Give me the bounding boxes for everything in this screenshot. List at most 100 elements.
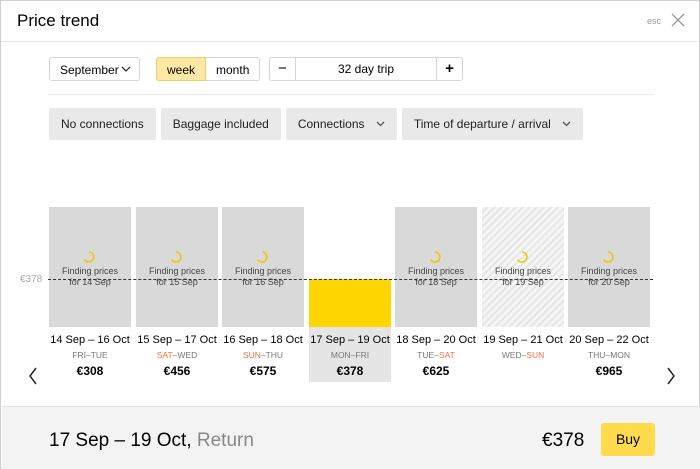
chevron-down-icon bbox=[562, 121, 571, 127]
average-price-line bbox=[48, 279, 653, 280]
date-range: 20 Sep – 22 Oct bbox=[569, 334, 649, 346]
weekday-to: SUN bbox=[526, 350, 545, 360]
filter-departure-arrival-time[interactable]: Time of departure / arrival bbox=[401, 108, 584, 140]
spinner-icon bbox=[602, 251, 614, 263]
month-select-value: September bbox=[60, 63, 119, 77]
finding-prices-label: Finding prices bbox=[61, 266, 119, 276]
trip-type: Return bbox=[196, 430, 254, 451]
finding-prices-label: Finding prices bbox=[148, 266, 206, 276]
decrease-trip-button[interactable]: − bbox=[270, 58, 296, 80]
filter-label: Time of departure / arrival bbox=[413, 117, 551, 131]
divider bbox=[49, 94, 654, 95]
weekday-from: THU bbox=[587, 350, 606, 360]
chevron-left-icon[interactable] bbox=[27, 366, 39, 386]
increase-trip-button[interactable]: + bbox=[436, 58, 462, 80]
buy-button[interactable]: Buy bbox=[601, 423, 655, 456]
chevron-down-icon bbox=[121, 66, 131, 72]
date-column[interactable]: 16 Sep – 18 Oct SUN–THU €575 bbox=[222, 327, 304, 382]
date-range: 19 Sep – 21 Oct bbox=[483, 334, 563, 346]
spinner-icon bbox=[170, 251, 182, 263]
close-icon[interactable] bbox=[671, 13, 685, 27]
price-bar[interactable] bbox=[309, 279, 391, 327]
price-bar[interactable]: Finding prices for 14 Sep bbox=[49, 207, 131, 327]
spinner-icon bbox=[429, 251, 441, 263]
date-range: 14 Sep – 16 Oct bbox=[50, 334, 130, 346]
esc-hint: esc bbox=[646, 16, 661, 26]
date-column[interactable]: 17 Sep – 19 Oct MON–FRI €378 bbox=[309, 327, 391, 382]
weekday-range: FRI–TUE bbox=[49, 350, 131, 360]
column-price: €456 bbox=[163, 364, 191, 378]
weekday-from: SAT bbox=[156, 350, 173, 360]
date-column[interactable]: 18 Sep – 20 Oct TUE–SAT €625 bbox=[395, 327, 477, 382]
weekday-range: TUE–SAT bbox=[395, 350, 477, 360]
weekday-to: MON bbox=[610, 350, 631, 360]
period-month-option[interactable]: month bbox=[206, 57, 261, 81]
weekday-to: TUE bbox=[90, 350, 108, 360]
weekday-from: MON bbox=[330, 350, 351, 360]
spinner-icon bbox=[83, 251, 95, 263]
weekday-to: WED bbox=[177, 350, 198, 360]
weekday-range: WED–SUN bbox=[482, 350, 564, 360]
date-range: 17 Sep – 19 Oct bbox=[310, 334, 390, 346]
price-bar[interactable]: Finding prices for 18 Sep bbox=[395, 207, 477, 327]
filters-row: No connections Baggage included Connecti… bbox=[49, 108, 584, 140]
price-bar[interactable]: Finding prices for 19 Sep bbox=[482, 207, 564, 327]
chevron-right-icon[interactable] bbox=[665, 366, 677, 386]
weekday-range: MON–FRI bbox=[309, 350, 391, 360]
month-select[interactable]: September bbox=[49, 57, 140, 81]
date-range: 15 Sep – 17 Oct bbox=[137, 334, 217, 346]
price-trend-dialog: Price trend esc September week month − 3… bbox=[0, 0, 700, 469]
date-column[interactable]: 19 Sep – 21 Oct WED–SUN bbox=[482, 327, 564, 382]
price-bar[interactable]: Finding prices for 20 Sep bbox=[568, 207, 650, 327]
finding-prices-text: Finding prices for 16 Sep bbox=[222, 266, 304, 288]
period-toggle: week month bbox=[156, 57, 261, 81]
selection-footer: 17 Sep – 19 Oct, Return €378 Buy bbox=[2, 406, 700, 469]
selected-dates: 17 Sep – 19 Oct, Return bbox=[49, 430, 254, 452]
finding-prices-text: Finding prices for 14 Sep bbox=[49, 266, 131, 288]
filter-label: Connections bbox=[297, 117, 365, 131]
weekday-from: FRI bbox=[72, 350, 86, 360]
trip-length-stepper: − 32 day trip + bbox=[269, 57, 463, 81]
dialog-title: Price trend bbox=[17, 11, 100, 30]
finding-prices-text: Finding prices for 18 Sep bbox=[395, 266, 477, 288]
selected-price: €378 bbox=[542, 430, 585, 451]
date-range: 18 Sep – 20 Oct bbox=[396, 334, 476, 346]
column-price: €575 bbox=[249, 364, 277, 378]
weekday-range: THU–MON bbox=[568, 350, 650, 360]
price-trend-chart: €378 Finding prices for 14 Sep 14 Sep – 16… bbox=[1, 196, 700, 396]
date-column[interactable]: 20 Sep – 22 Oct THU–MON €965 bbox=[568, 327, 650, 382]
price-bar[interactable]: Finding prices for 15 Sep bbox=[136, 207, 218, 327]
weekday-from: WED bbox=[501, 350, 522, 360]
weekday-range: SAT–WED bbox=[136, 350, 218, 360]
filter-connections[interactable]: Connections bbox=[285, 108, 397, 140]
dialog-header: Price trend esc bbox=[1, 1, 699, 42]
finding-prices-label: Finding prices bbox=[494, 266, 552, 276]
finding-prices-text: Finding prices for 15 Sep bbox=[136, 266, 218, 288]
chevron-down-icon bbox=[376, 121, 385, 127]
trip-length-value: 32 day trip bbox=[337, 62, 395, 76]
spinner-icon bbox=[256, 251, 268, 263]
weekday-range: SUN–THU bbox=[222, 350, 304, 360]
finding-prices-text: Finding prices for 20 Sep bbox=[568, 266, 650, 288]
date-column[interactable]: 14 Sep – 16 Oct FRI–TUE €308 bbox=[49, 327, 131, 382]
finding-prices-label: Finding prices bbox=[234, 266, 292, 276]
filter-label: No connections bbox=[61, 117, 144, 131]
weekday-to: SAT bbox=[438, 350, 455, 360]
finding-prices-text: Finding prices for 19 Sep bbox=[482, 266, 564, 288]
period-week-option[interactable]: week bbox=[156, 57, 207, 81]
average-price-label: €378 bbox=[20, 274, 43, 285]
column-price: €965 bbox=[595, 364, 623, 378]
weekday-from: TUE bbox=[417, 350, 435, 360]
column-price: €378 bbox=[336, 364, 364, 378]
filter-label: Baggage included bbox=[172, 117, 269, 131]
date-column[interactable]: 15 Sep – 17 Oct SAT–WED €456 bbox=[136, 327, 218, 382]
spinner-icon bbox=[516, 251, 528, 263]
column-price: €308 bbox=[76, 364, 104, 378]
finding-prices-label: Finding prices bbox=[580, 266, 638, 276]
weekday-to: THU bbox=[265, 350, 284, 360]
filter-baggage-included[interactable]: Baggage included bbox=[160, 108, 281, 140]
filter-no-connections[interactable]: No connections bbox=[49, 108, 156, 140]
weekday-from: SUN bbox=[242, 350, 261, 360]
price-bar[interactable]: Finding prices for 16 Sep bbox=[222, 207, 304, 327]
date-range: 16 Sep – 18 Oct bbox=[223, 334, 303, 346]
